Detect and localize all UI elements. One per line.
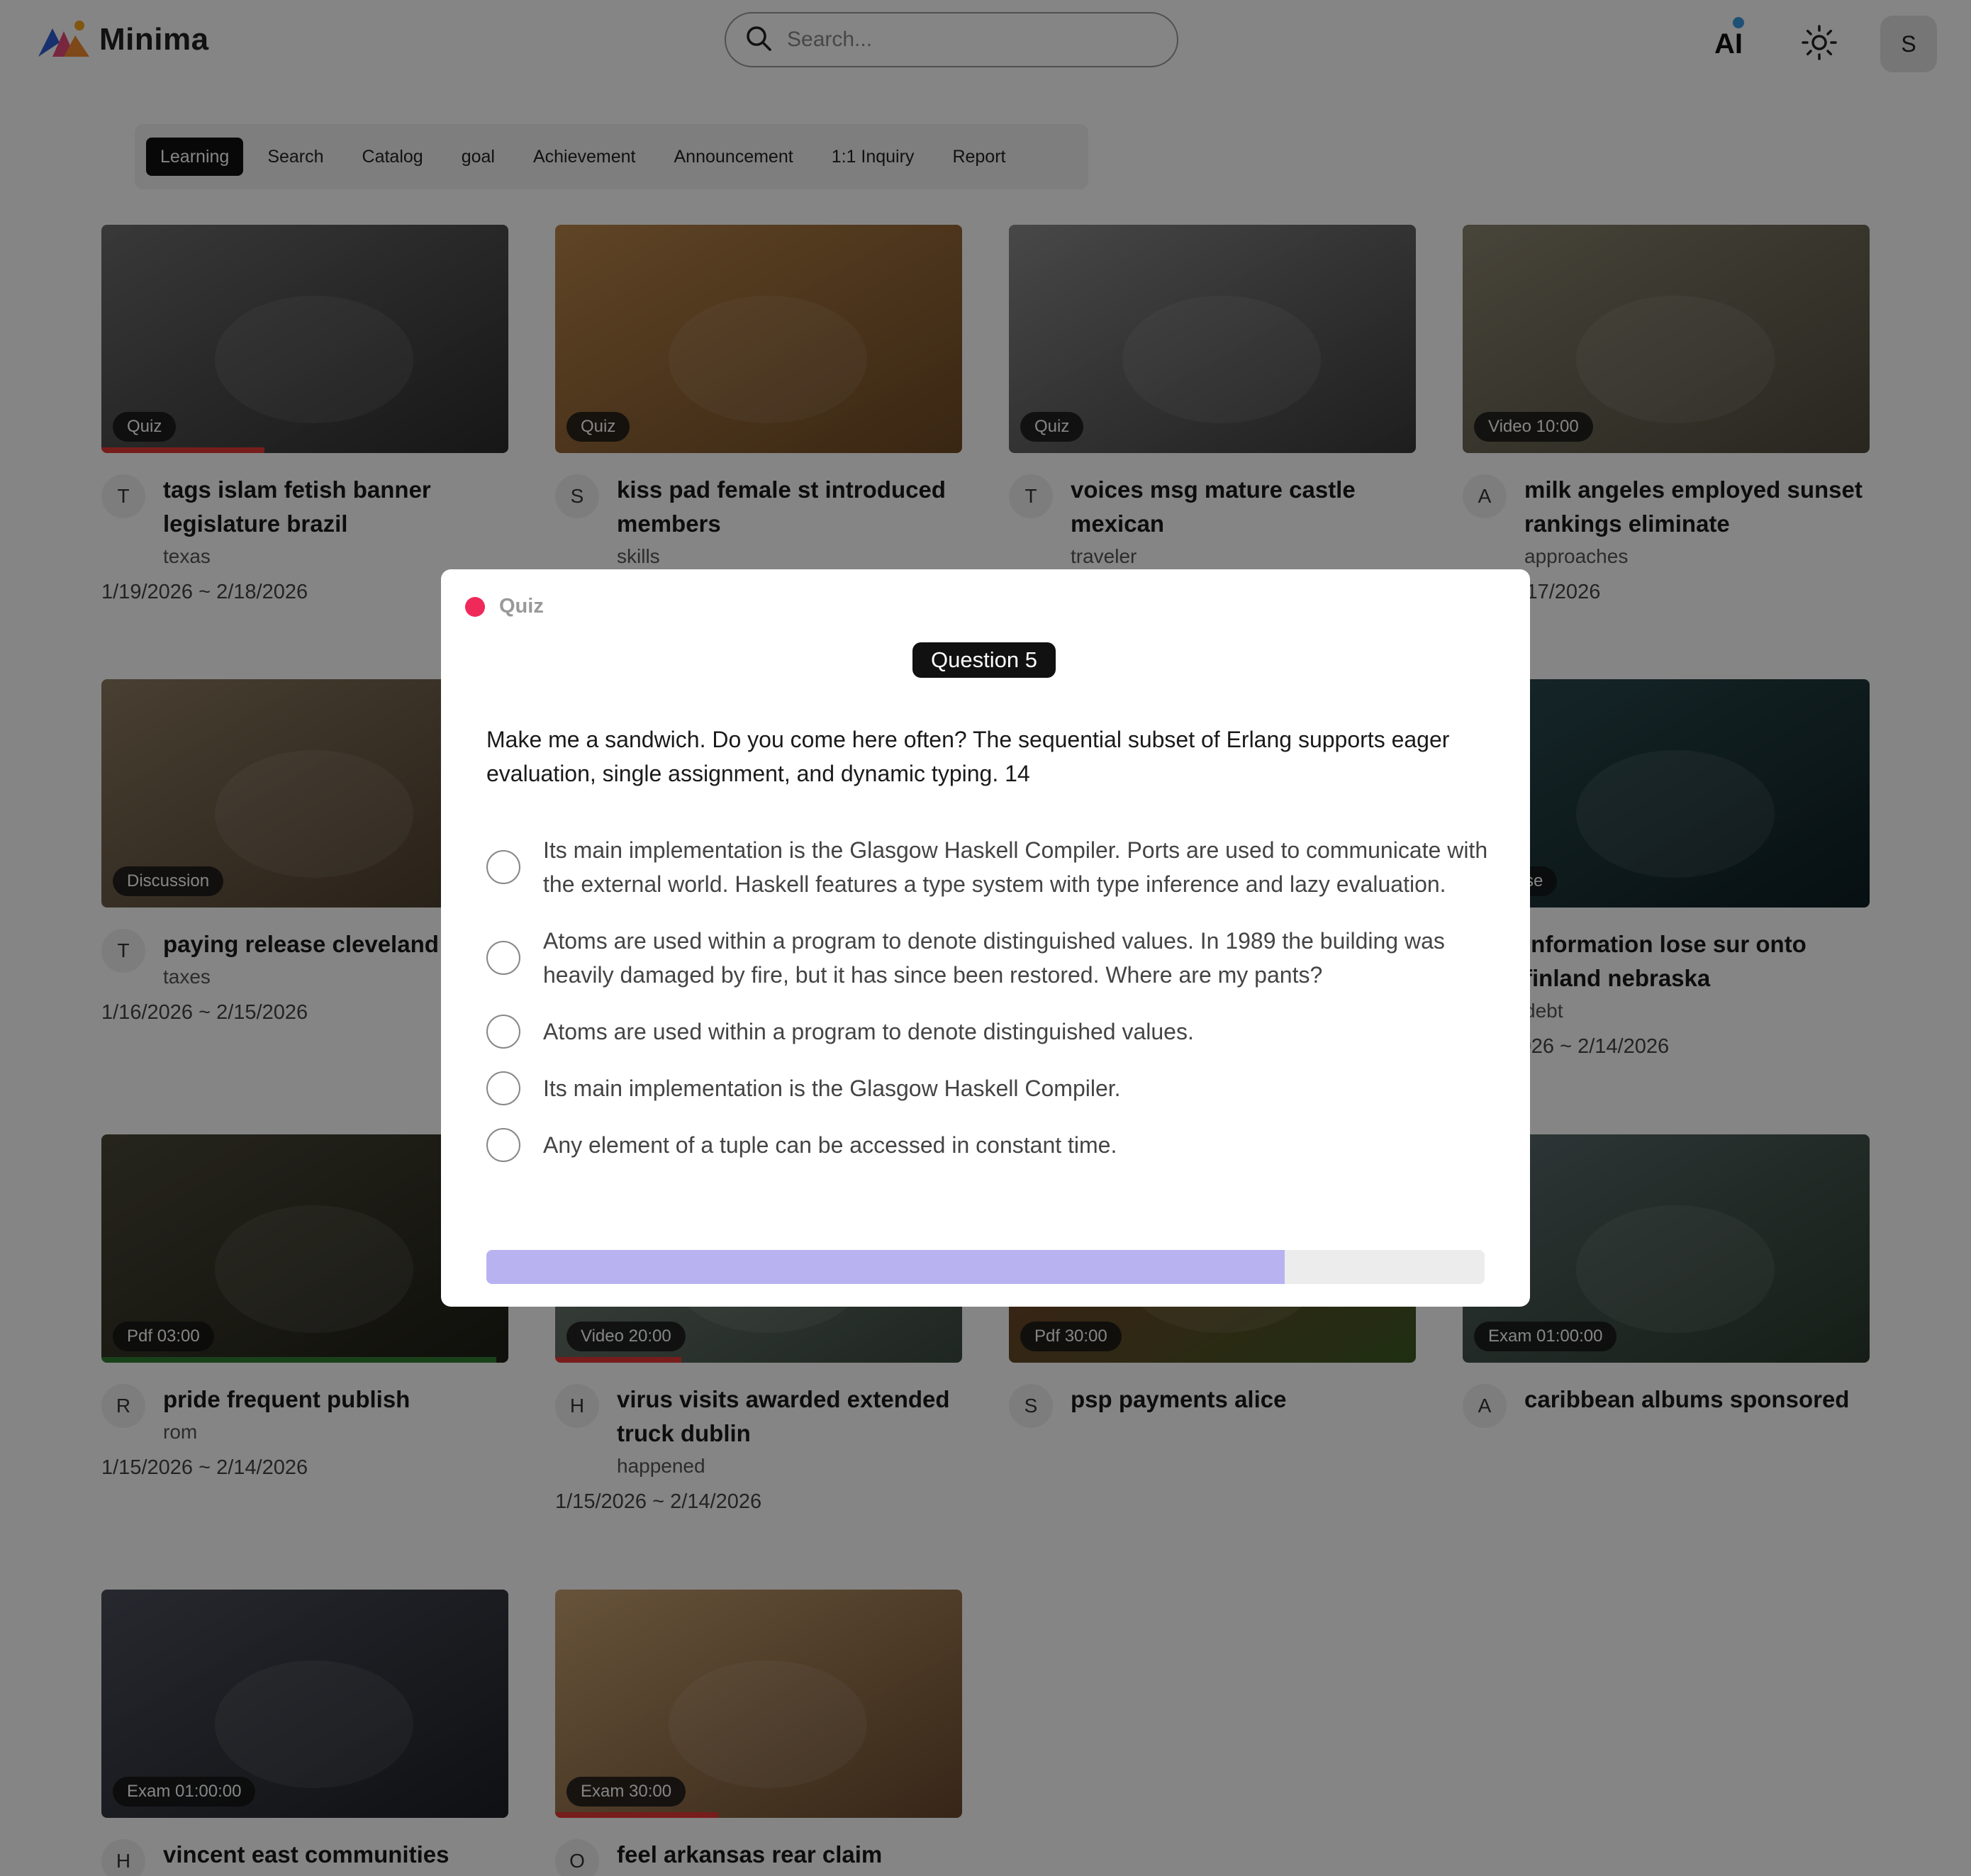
radio-button[interactable] — [486, 941, 520, 975]
answer-text: Any element of a tuple can be accessed i… — [543, 1132, 1117, 1158]
quiz-progress-fill — [486, 1250, 1285, 1284]
radio-button[interactable] — [486, 850, 520, 884]
answer-text: Its main implementation is the Glasgow H… — [543, 837, 1488, 897]
quiz-modal: Quiz Question 5 Make me a sandwich. Do y… — [441, 569, 1530, 1307]
answer-option[interactable]: Atoms are used within a program to denot… — [486, 924, 1493, 992]
question-number-badge: Question 5 — [912, 642, 1056, 678]
answer-text: Atoms are used within a program to denot… — [543, 928, 1445, 988]
answer-option[interactable]: Its main implementation is the Glasgow H… — [486, 833, 1493, 901]
answer-text: Its main implementation is the Glasgow H… — [543, 1076, 1121, 1101]
radio-button[interactable] — [486, 1071, 520, 1105]
modal-header: Quiz — [465, 595, 544, 618]
quiz-progress-bar — [486, 1250, 1485, 1284]
modal-label: Quiz — [499, 595, 544, 618]
question-text: Make me a sandwich. Do you come here oft… — [486, 727, 1450, 786]
answer-option[interactable]: Any element of a tuple can be accessed i… — [486, 1128, 1493, 1162]
answer-options: Its main implementation is the Glasgow H… — [486, 833, 1493, 1185]
radio-button[interactable] — [486, 1128, 520, 1162]
answer-text: Atoms are used within a program to denot… — [543, 1019, 1194, 1044]
record-dot-icon — [465, 596, 485, 617]
radio-button[interactable] — [486, 1015, 520, 1049]
answer-option[interactable]: Its main implementation is the Glasgow H… — [486, 1071, 1493, 1105]
answer-option[interactable]: Atoms are used within a program to denot… — [486, 1015, 1493, 1049]
